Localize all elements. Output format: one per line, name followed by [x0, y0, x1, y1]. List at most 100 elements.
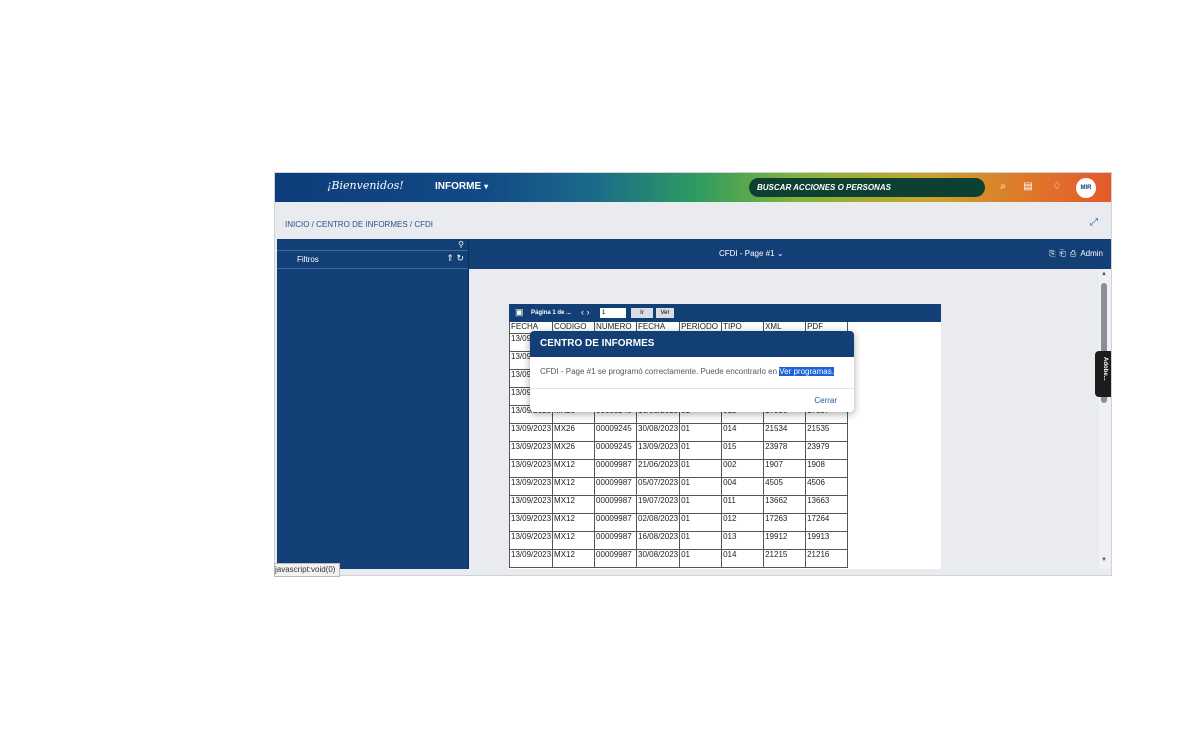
bell-icon[interactable]: ♢ — [1049, 179, 1065, 195]
table-cell: MX26 — [552, 423, 596, 442]
export-icon[interactable]: ⎘ — [1049, 249, 1055, 258]
schedule-icon[interactable]: ⎗ — [1060, 249, 1066, 258]
informe-menu-label: INFORME — [435, 181, 482, 192]
table-cell: 13/09/2023 — [636, 441, 681, 460]
copy-icon[interactable]: ⎙ — [1070, 249, 1076, 258]
filters-header: Filtros ⇑ ↻ — [277, 250, 468, 269]
view-button[interactable]: Ver — [656, 308, 674, 318]
table-row: 13/09/2023 MX12 00009987 21/06/2023 01 002 190… — [509, 459, 849, 478]
table-cell: 13/09/2023 — [509, 513, 554, 532]
welcome-logo[interactable]: ¡Bienvenidos! — [327, 179, 404, 192]
close-button[interactable]: Cerrar — [814, 396, 837, 405]
table-cell: 00009987 — [594, 459, 638, 478]
table-cell: MX12 — [552, 513, 596, 532]
table-cell: 01 — [679, 531, 723, 550]
table-cell: 23979 — [805, 441, 849, 460]
table-cell: 13/09/2023 — [509, 531, 554, 550]
table-cell: MX12 — [552, 549, 596, 568]
go-button[interactable]: Ir — [631, 308, 653, 318]
table-cell: 00009245 — [594, 423, 638, 442]
table-cell: 17263 — [763, 513, 807, 532]
previous-page-icon[interactable]: ‹ — [581, 307, 584, 317]
table-cell: 13663 — [805, 495, 849, 514]
report-icon[interactable]: ▣ — [515, 307, 524, 318]
table-cell: 02/08/2023 — [636, 513, 681, 532]
table-cell: 17264 — [805, 513, 849, 532]
report-pager: ▣ Página 1 de ... ‹ › 1 Ir Ver — [509, 304, 941, 322]
vertical-scrollbar[interactable]: ▲ ▼ — [1099, 269, 1111, 569]
table-cell: 002 — [721, 459, 765, 478]
table-cell: 012 — [721, 513, 765, 532]
table-cell: 21/06/2023 — [636, 459, 681, 478]
table-cell: 21534 — [763, 423, 807, 442]
table-row: 13/09/2023 MX12 00009987 05/07/2023 01 004 450… — [509, 477, 849, 496]
table-row: 13/09/2023 MX12 00009987 16/08/2023 01 013 199… — [509, 531, 849, 550]
pin-icon[interactable]: ⚲ — [458, 240, 464, 249]
table-cell: 19912 — [763, 531, 807, 550]
table-cell: 00009987 — [594, 549, 638, 568]
report-title-dropdown[interactable]: CFDI - Page #1 ⌄ — [719, 249, 784, 258]
status-bar: javascript:void(0) — [274, 563, 341, 577]
table-cell: MX12 — [552, 495, 596, 514]
admin-label[interactable]: Admin — [1080, 249, 1103, 258]
table-row: 13/09/2023 MX12 00009987 30/08/2023 01 014 212… — [509, 549, 849, 568]
table-cell: 014 — [721, 549, 765, 568]
table-cell: 01 — [679, 513, 723, 532]
table-cell: 011 — [721, 495, 765, 514]
avatar[interactable]: MIR — [1076, 178, 1096, 198]
chevron-down-icon: ▾ — [484, 182, 489, 191]
table-cell: 30/08/2023 — [636, 423, 681, 442]
table-cell: 01 — [679, 459, 723, 478]
table-row: 13/09/2023 MX26 00009245 30/08/2023 01 014 215… — [509, 423, 849, 442]
page-label: Página 1 de ... — [531, 310, 572, 316]
table-row: 13/09/2023 MX26 00009245 13/09/2023 01 015 239… — [509, 441, 849, 460]
chevron-down-icon: ⌄ — [776, 249, 784, 258]
search-input[interactable]: BUSCAR ACCIONES O PERSONAS — [749, 178, 985, 197]
expand-icon[interactable]: ⤢ — [1090, 217, 1098, 228]
table-cell: 014 — [721, 423, 765, 442]
dialog-message: CFDI - Page #1 se programó correctamente… — [540, 367, 834, 376]
view-programs-link[interactable]: Ver programas. — [779, 367, 834, 376]
table-cell: 01 — [679, 495, 723, 514]
page-number-input[interactable]: 1 — [600, 308, 626, 318]
informe-menu[interactable]: INFORME ▾ — [435, 181, 488, 192]
table-cell: 13/09/2023 — [509, 477, 554, 496]
table-cell: 19913 — [805, 531, 849, 550]
adobe-side-tab[interactable]: Adobe... — [1095, 351, 1111, 397]
table-cell: 00009245 — [594, 441, 638, 460]
table-cell: 004 — [721, 477, 765, 496]
table-cell: 015 — [721, 441, 765, 460]
table-cell: MX12 — [552, 477, 596, 496]
table-cell: 00009987 — [594, 513, 638, 532]
table-cell: 13662 — [763, 495, 807, 514]
filter-panel: ⚲ Filtros ⇑ ↻ — [277, 239, 469, 569]
table-cell: 01 — [679, 549, 723, 568]
table-cell: 13/09/2023 — [509, 549, 554, 568]
table-cell: 30/08/2023 — [636, 549, 681, 568]
table-cell: 01 — [679, 423, 723, 442]
table-cell: MX12 — [552, 459, 596, 478]
table-cell: 1908 — [805, 459, 849, 478]
table-cell: 01 — [679, 441, 723, 460]
scroll-down-icon[interactable]: ▼ — [1101, 557, 1107, 563]
table-cell: MX26 — [552, 441, 596, 460]
top-navigation-bar: ¡Bienvenidos! INFORME ▾ BUSCAR ACCIONES O… — [275, 173, 1111, 202]
search-icon[interactable]: ⌕ — [995, 179, 1011, 195]
table-cell: MX12 — [552, 531, 596, 550]
table-cell: 4505 — [763, 477, 807, 496]
table-cell: 21216 — [805, 549, 849, 568]
table-cell: 1907 — [763, 459, 807, 478]
scroll-up-icon[interactable]: ▲ — [1101, 271, 1107, 277]
collapse-icon[interactable]: ⇑ — [446, 253, 454, 263]
table-cell: 13/09/2023 — [509, 495, 554, 514]
notification-dialog: CENTRO DE INFORMES CFDI - Page #1 se pro… — [530, 331, 854, 412]
table-row: 13/09/2023 MX12 00009987 02/08/2023 01 012 172… — [509, 513, 849, 532]
table-cell: 23978 — [763, 441, 807, 460]
table-cell: 013 — [721, 531, 765, 550]
next-page-icon[interactable]: › — [587, 307, 590, 317]
refresh-icon[interactable]: ↻ — [456, 253, 464, 263]
breadcrumb[interactable]: INICIO / CENTRO DE INFORMES / CFDI — [285, 220, 433, 229]
table-cell: 00009987 — [594, 477, 638, 496]
filters-title: Filtros — [297, 255, 319, 264]
notes-icon[interactable]: ▤ — [1020, 179, 1036, 195]
